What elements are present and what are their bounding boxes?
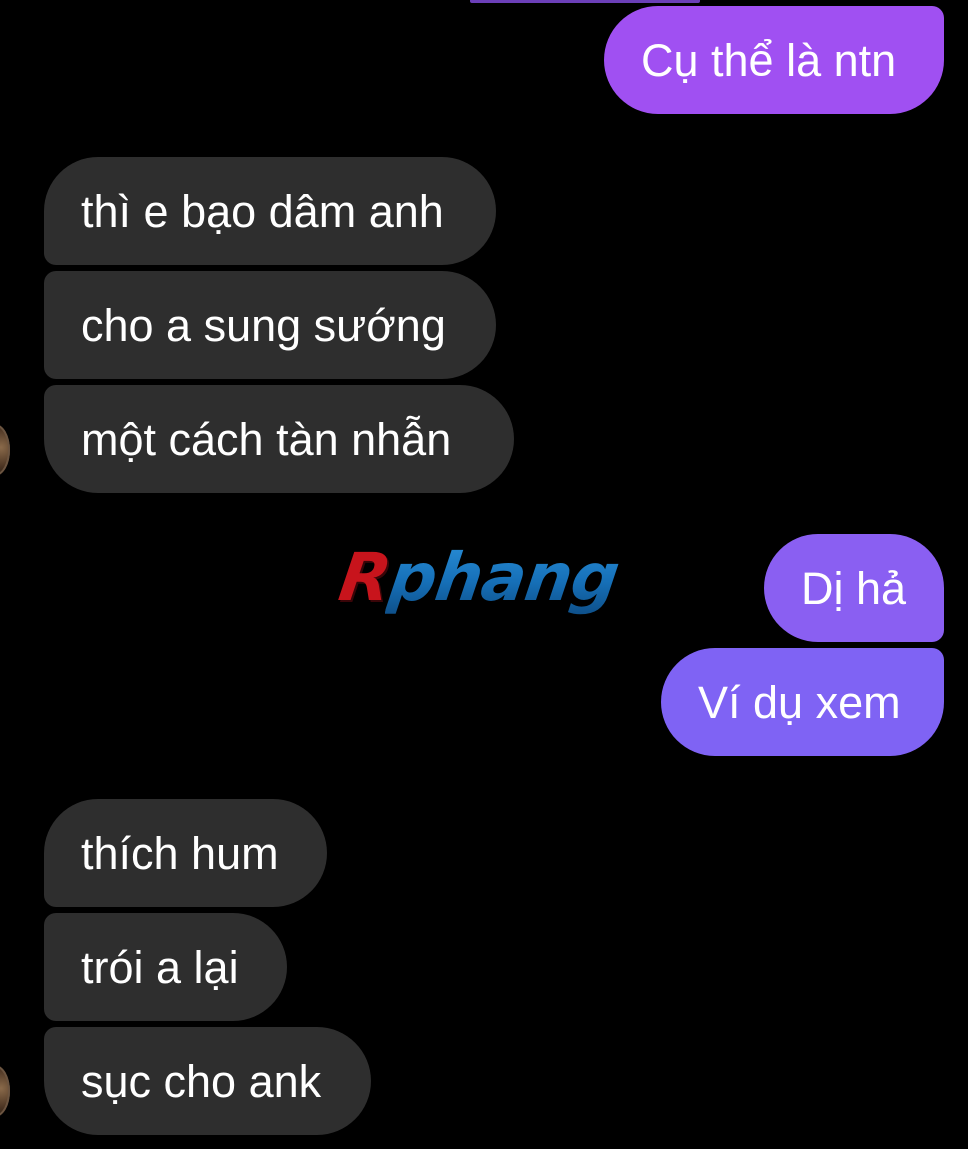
message-text: thì e bạo dâm anh: [81, 185, 444, 237]
received-message-bubble[interactable]: sục cho ank: [44, 1027, 371, 1135]
contact-avatar[interactable]: [0, 424, 10, 476]
watermark-text: phang: [384, 538, 624, 616]
message-text: Cụ thể là ntn: [641, 34, 897, 86]
received-message-bubble[interactable]: thì e bạo dâm anh: [44, 157, 496, 265]
message-text: cho a sung sướng: [81, 299, 446, 351]
contact-avatar[interactable]: [0, 1065, 10, 1117]
received-message-bubble[interactable]: thích hum: [44, 799, 327, 907]
message-text: trói a lại: [81, 941, 239, 993]
sent-message-bubble[interactable]: Cụ thể là ntn: [604, 6, 944, 114]
message-text: Ví dụ xem: [698, 676, 901, 728]
watermark-logo: Rphang: [335, 538, 646, 616]
message-text: thích hum: [81, 827, 279, 879]
received-message-bubble[interactable]: một cách tàn nhẫn: [44, 385, 514, 493]
sent-message-bubble[interactable]: Ví dụ xem: [661, 648, 944, 756]
message-text: sục cho ank: [81, 1055, 322, 1107]
chat-thread: Cụ thể là ntn thì e bạo dâm anh cho a su…: [0, 0, 968, 1149]
received-message-bubble[interactable]: cho a sung sướng: [44, 271, 496, 379]
previous-message-edge: [470, 0, 700, 3]
received-message-bubble[interactable]: trói a lại: [44, 913, 287, 1021]
message-text: Dị hả: [801, 562, 907, 614]
message-text: một cách tàn nhẫn: [81, 413, 452, 465]
sent-message-bubble[interactable]: Dị hả: [764, 534, 944, 642]
